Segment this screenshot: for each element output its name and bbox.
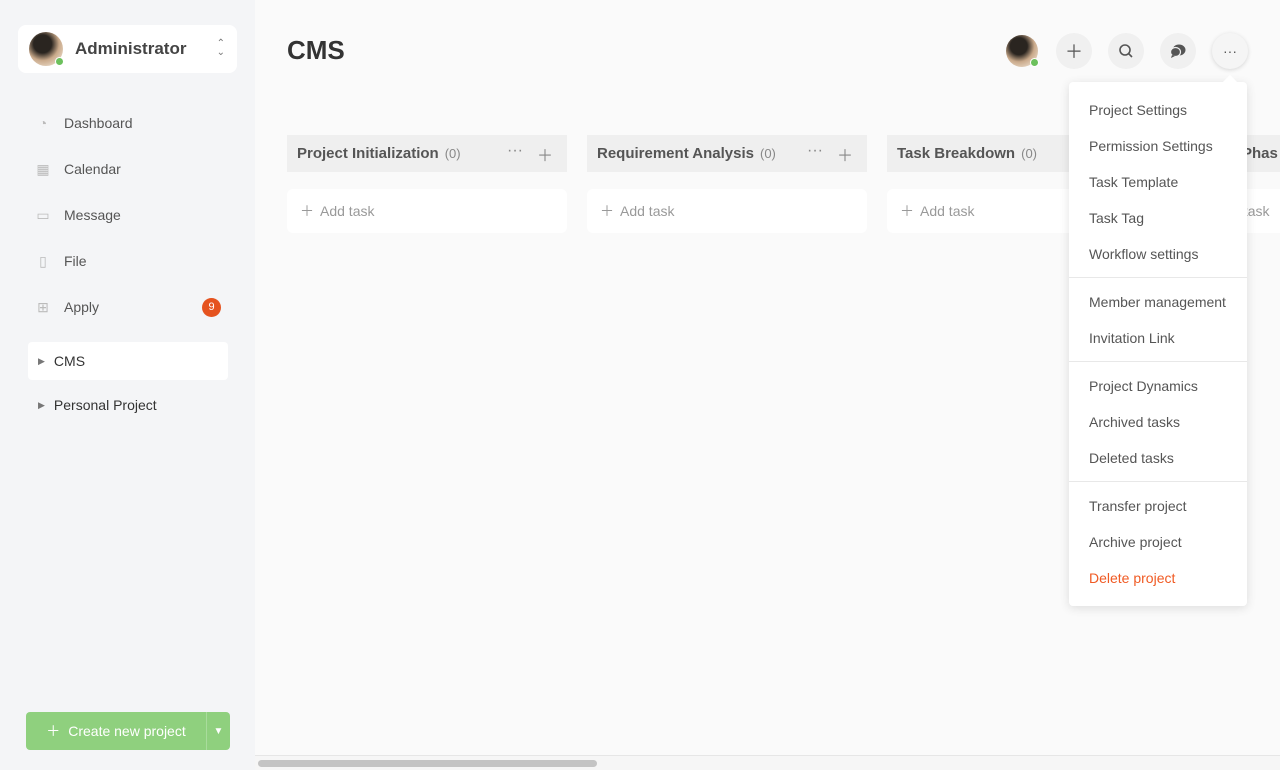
caret-right-icon[interactable]: ▶ bbox=[38, 356, 45, 367]
plus-icon[interactable]: ＋ bbox=[537, 142, 553, 166]
horizontal-scrollbar[interactable] bbox=[255, 755, 1280, 770]
nav-label: Calendar bbox=[64, 161, 121, 177]
add-task-label: Add task bbox=[320, 203, 375, 219]
menu-item-workflow-settings[interactable]: Workflow settings bbox=[1069, 236, 1247, 272]
plus-icon: ＋ bbox=[600, 203, 614, 219]
caret-right-icon[interactable]: ▶ bbox=[38, 400, 45, 411]
menu-divider bbox=[1069, 277, 1247, 278]
menu-item-deleted-tasks[interactable]: Deleted tasks bbox=[1069, 440, 1247, 476]
menu-divider bbox=[1069, 361, 1247, 362]
add-task-label: Add task bbox=[620, 203, 675, 219]
nav-label: Dashboard bbox=[64, 115, 133, 131]
menu-item-archived-tasks[interactable]: Archived tasks bbox=[1069, 404, 1247, 440]
calendar-icon: ▦ bbox=[36, 160, 50, 177]
more-icon[interactable]: ··· bbox=[807, 142, 823, 166]
menu-item-transfer-project[interactable]: Transfer project bbox=[1069, 488, 1247, 524]
column-title: Requirement Analysis bbox=[597, 145, 754, 162]
menu-item-member-management[interactable]: Member management bbox=[1069, 284, 1247, 320]
sidebar-item-message[interactable]: ▭ Message bbox=[34, 192, 224, 238]
chat-icon bbox=[1169, 44, 1186, 58]
column-header: Requirement Analysis (0) ··· ＋ bbox=[587, 135, 867, 172]
search-button[interactable] bbox=[1108, 33, 1144, 69]
add-task-button[interactable]: ＋ Add task bbox=[587, 189, 867, 233]
nav-menu: ◔ Dashboard ▦ Calendar ▭ Message ▯ File ⊞ App… bbox=[34, 100, 224, 330]
plus-icon: ＋ bbox=[300, 203, 314, 219]
column-count: (0) bbox=[444, 146, 461, 161]
chevron-down-icon[interactable]: ▼ bbox=[206, 712, 230, 750]
dashboard-icon: ◔ bbox=[38, 115, 48, 131]
column-title: Phas bbox=[1242, 145, 1278, 162]
column-count: (0) bbox=[1021, 146, 1037, 161]
project-label: Personal Project bbox=[53, 397, 157, 413]
sidebar-item-file[interactable]: ▯ File bbox=[34, 238, 224, 284]
plus-icon: ＋ bbox=[1065, 42, 1083, 62]
add-button[interactable]: ＋ bbox=[1056, 33, 1092, 69]
menu-item-task-template[interactable]: Task Template bbox=[1069, 164, 1247, 200]
user-name: Administrator bbox=[75, 39, 187, 58]
menu-item-archive-project[interactable]: Archive project bbox=[1069, 524, 1247, 560]
search-icon bbox=[1119, 44, 1133, 58]
column-title: Task Breakdown bbox=[897, 145, 1016, 162]
avatar bbox=[29, 32, 64, 66]
more-icon: ··· bbox=[1223, 43, 1237, 59]
project-item-personal[interactable]: ▶ Personal Project bbox=[28, 386, 228, 424]
more-button[interactable]: ··· bbox=[1212, 33, 1248, 69]
project-item-cms[interactable]: ▶ CMS bbox=[28, 342, 228, 380]
chat-button[interactable] bbox=[1160, 33, 1196, 69]
page-title: CMS bbox=[287, 35, 345, 65]
plus-icon[interactable]: ＋ bbox=[837, 142, 853, 166]
add-task-label: Add task bbox=[920, 203, 975, 219]
online-status-dot bbox=[55, 57, 64, 66]
create-project-button-group: ＋ Create new project ▼ bbox=[26, 712, 230, 750]
sidebar-item-dashboard[interactable]: ◔ Dashboard bbox=[34, 100, 224, 146]
nav-label: Message bbox=[64, 207, 121, 223]
member-avatar[interactable] bbox=[1006, 35, 1039, 67]
column-title: Project Initialization bbox=[297, 145, 439, 162]
chevron-updown-icon: ⌃ ⌄ bbox=[216, 38, 225, 58]
create-label: Create new project bbox=[68, 723, 186, 739]
user-switcher[interactable]: Administrator ⌃ ⌄ bbox=[18, 25, 237, 73]
menu-item-project-dynamics[interactable]: Project Dynamics bbox=[1069, 368, 1247, 404]
kanban-column: Requirement Analysis (0) ··· ＋ ＋ Add task bbox=[587, 135, 867, 233]
project-more-menu: Project Settings Permission Settings Tas… bbox=[1069, 82, 1247, 606]
scrollbar-thumb[interactable] bbox=[258, 760, 597, 767]
kanban-column: Project Initialization (0) ··· ＋ ＋ Add task bbox=[287, 135, 567, 233]
more-icon[interactable]: ··· bbox=[507, 142, 523, 166]
menu-item-invitation-link[interactable]: Invitation Link bbox=[1069, 320, 1247, 356]
menu-divider bbox=[1069, 481, 1247, 482]
online-status-dot bbox=[1030, 58, 1039, 67]
menu-item-task-tag[interactable]: Task Tag bbox=[1069, 200, 1247, 236]
create-project-button[interactable]: ＋ Create new project bbox=[26, 712, 206, 750]
sidebar-item-calendar[interactable]: ▦ Calendar bbox=[34, 146, 224, 192]
plus-icon: ＋ bbox=[900, 203, 914, 219]
menu-item-permission-settings[interactable]: Permission Settings bbox=[1069, 128, 1247, 164]
notification-badge: 9 bbox=[202, 297, 221, 317]
menu-item-project-settings[interactable]: Project Settings bbox=[1069, 92, 1247, 128]
message-icon: ▭ bbox=[36, 206, 50, 223]
file-icon: ▯ bbox=[39, 252, 47, 269]
nav-label: File bbox=[64, 253, 87, 269]
sidebar: Administrator ⌃ ⌄ ◔ Dashboard ▦ Calendar ▭ M… bbox=[0, 0, 255, 770]
project-label: CMS bbox=[53, 353, 86, 369]
add-task-button[interactable]: ＋ Add task bbox=[287, 189, 567, 233]
menu-item-delete-project[interactable]: Delete project bbox=[1069, 560, 1247, 596]
sidebar-item-apply[interactable]: ⊞ Apply 9 bbox=[34, 284, 224, 330]
plus-icon: ＋ bbox=[46, 723, 61, 739]
column-header: Project Initialization (0) ··· ＋ bbox=[287, 135, 567, 172]
apps-icon: ⊞ bbox=[37, 298, 49, 315]
column-count: (0) bbox=[760, 146, 776, 161]
nav-label: Apply bbox=[64, 299, 100, 315]
